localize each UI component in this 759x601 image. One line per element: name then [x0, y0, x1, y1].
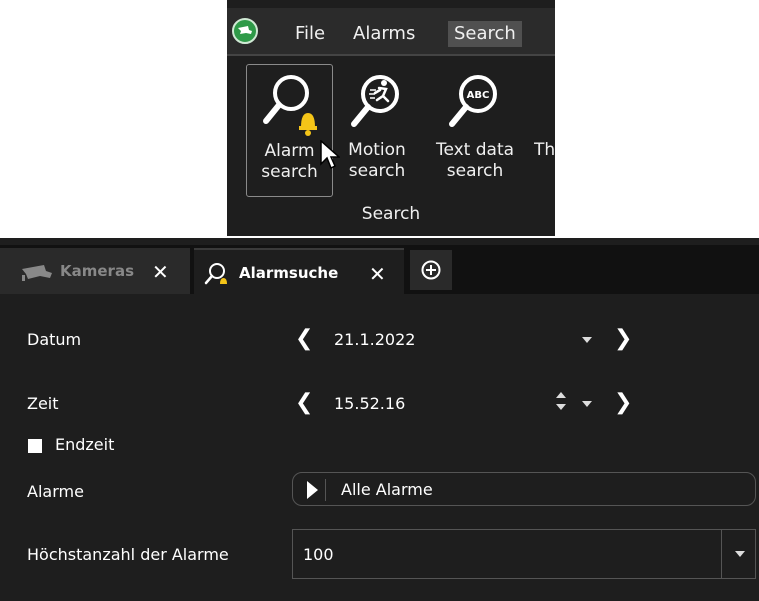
partial-ribbon-button[interactable]: Th [534, 64, 555, 197]
datum-next-icon[interactable]: ❯ [614, 326, 632, 351]
tab-bar: Kameras ✕ Alarmsuche ✕ [0, 238, 759, 294]
svg-text:ABC: ABC [467, 90, 490, 101]
text-data-search-line1: Text data [435, 140, 515, 160]
close-icon[interactable]: ✕ [152, 260, 169, 284]
max-alarme-value[interactable]: 100 [303, 545, 334, 564]
motion-search-line1: Motion [348, 140, 406, 160]
tab-alarmsuche[interactable]: Alarmsuche ✕ [194, 248, 404, 294]
alarme-label: Alarme [27, 482, 84, 501]
datum-value[interactable]: 21.1.2022 [334, 330, 415, 349]
alarme-value: Alle Alarme [341, 480, 433, 499]
plus-circle-icon [421, 260, 441, 280]
endzeit-label[interactable]: Endzeit [55, 435, 114, 454]
app-logo-icon[interactable] [232, 18, 258, 44]
chevron-down-icon[interactable] [735, 551, 745, 557]
zeit-spinner-icon[interactable] [555, 389, 567, 413]
menu-divider [227, 54, 555, 56]
motion-search-line2: search [348, 161, 406, 181]
partial-button-label: Th [534, 140, 555, 160]
magnifier-abc-icon: ABC [449, 75, 497, 127]
magnifier-bell-icon [204, 263, 227, 285]
add-tab-button[interactable] [410, 250, 452, 290]
ribbon-popup: File Alarms Search Alarm search Motion s… [227, 0, 555, 236]
menu-file[interactable]: File [289, 21, 331, 47]
alarm-search-button[interactable]: Alarm search [246, 64, 333, 197]
zeit-prev-icon[interactable]: ❮ [295, 390, 313, 415]
mouse-cursor-icon [320, 140, 340, 170]
magnifier-runner-icon [351, 75, 399, 127]
alarm-search-panel: Kameras ✕ Alarmsuche ✕ Datum ❮ 21.1.2022… [0, 238, 759, 601]
text-data-search-button[interactable]: ABC Text data search [423, 64, 527, 197]
tab-kameras[interactable]: Kameras ✕ [0, 248, 190, 294]
datum-dropdown-icon[interactable] [582, 337, 592, 343]
max-alarme-label: Höchstanzahl der Alarme [27, 545, 229, 564]
menu-alarms[interactable]: Alarms [347, 21, 421, 47]
zeit-value[interactable]: 15.52.16 [334, 394, 405, 413]
magnifier-bell-icon [262, 75, 317, 136]
zeit-next-icon[interactable]: ❯ [614, 390, 632, 415]
zeit-label: Zeit [27, 394, 59, 413]
menu-bar: File Alarms Search [227, 8, 555, 56]
max-alarme-combobox[interactable]: 100 [292, 529, 756, 579]
alarme-selector[interactable]: Alle Alarme [292, 472, 756, 506]
datum-label: Datum [27, 330, 82, 349]
ribbon-group-label: Search [361, 204, 421, 224]
text-data-search-line2: search [446, 161, 504, 181]
camera-icon [22, 265, 52, 281]
expand-arrow-icon[interactable] [307, 481, 318, 499]
tab-alarmsuche-label: Alarmsuche [239, 264, 339, 282]
close-icon[interactable]: ✕ [369, 262, 386, 286]
endzeit-checkbox[interactable] [28, 439, 42, 453]
motion-search-button[interactable]: Motion search [335, 64, 419, 197]
menu-search[interactable]: Search [448, 21, 522, 47]
tab-kameras-label: Kameras [60, 262, 134, 280]
zeit-dropdown-icon[interactable] [582, 401, 592, 407]
datum-prev-icon[interactable]: ❮ [295, 326, 313, 351]
